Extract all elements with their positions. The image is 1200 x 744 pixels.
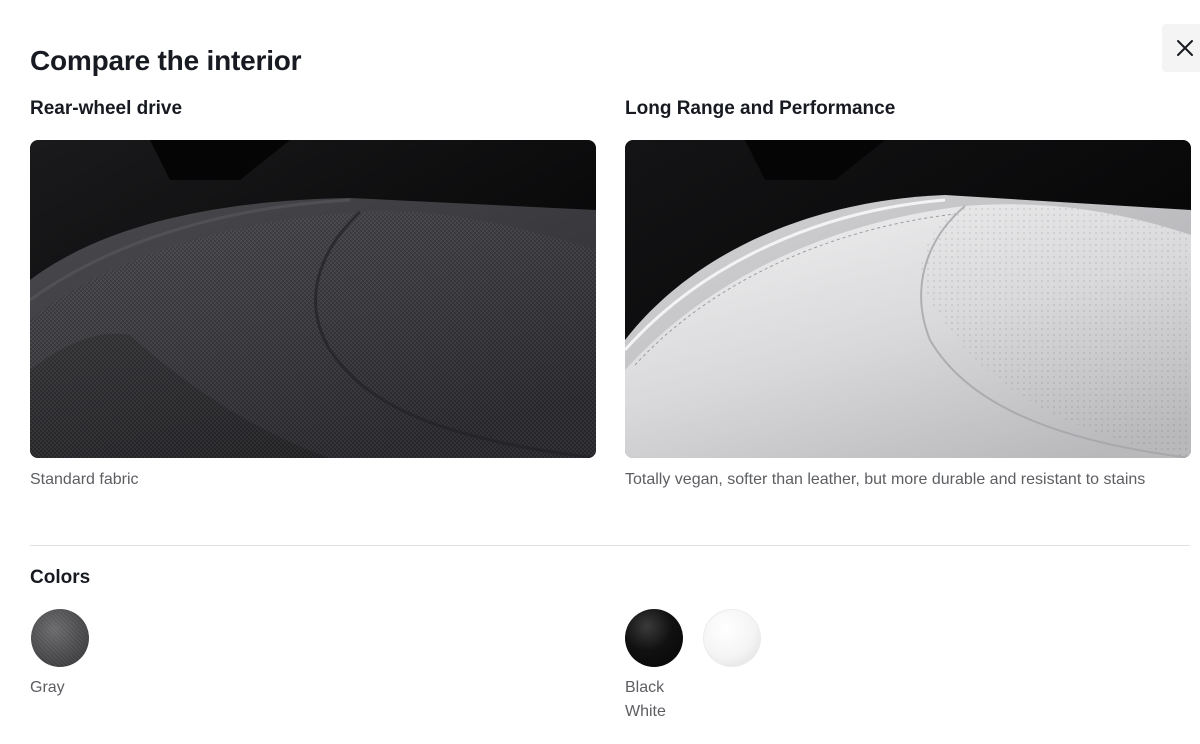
black-color-swatch[interactable] — [625, 609, 683, 667]
rear-wheel-drive-color-swatches — [31, 609, 89, 667]
rear-wheel-drive-column: Rear-wheel drive Standard fabric — [30, 96, 596, 492]
seat-caption: Standard fabric — [30, 471, 139, 488]
colors-heading: Colors — [30, 567, 91, 588]
close-button[interactable] — [1162, 24, 1200, 72]
close-icon — [1177, 40, 1193, 56]
column-heading: Rear-wheel drive — [30, 98, 183, 119]
fabric-seat-image — [30, 140, 596, 458]
rear-wheel-drive-color-labels: Gray — [30, 676, 65, 700]
long-range-performance-column: Long Range and Performance Totally vegan… — [625, 96, 1191, 492]
white-color-swatch[interactable] — [703, 609, 761, 667]
vegan-leather-seat-image — [625, 140, 1191, 458]
seat-caption: Totally vegan, softer than leather, but … — [625, 471, 1146, 488]
gray-color-swatch[interactable] — [31, 609, 89, 667]
color-label-black: Black — [625, 679, 665, 696]
column-heading: Long Range and Performance — [625, 98, 896, 119]
long-range-color-swatches — [625, 609, 761, 667]
section-divider — [30, 545, 1190, 546]
color-label-white: White — [625, 703, 666, 720]
modal-title: Compare the interior — [30, 45, 302, 76]
long-range-color-labels: Black White — [625, 676, 666, 724]
color-label-gray: Gray — [30, 679, 65, 696]
